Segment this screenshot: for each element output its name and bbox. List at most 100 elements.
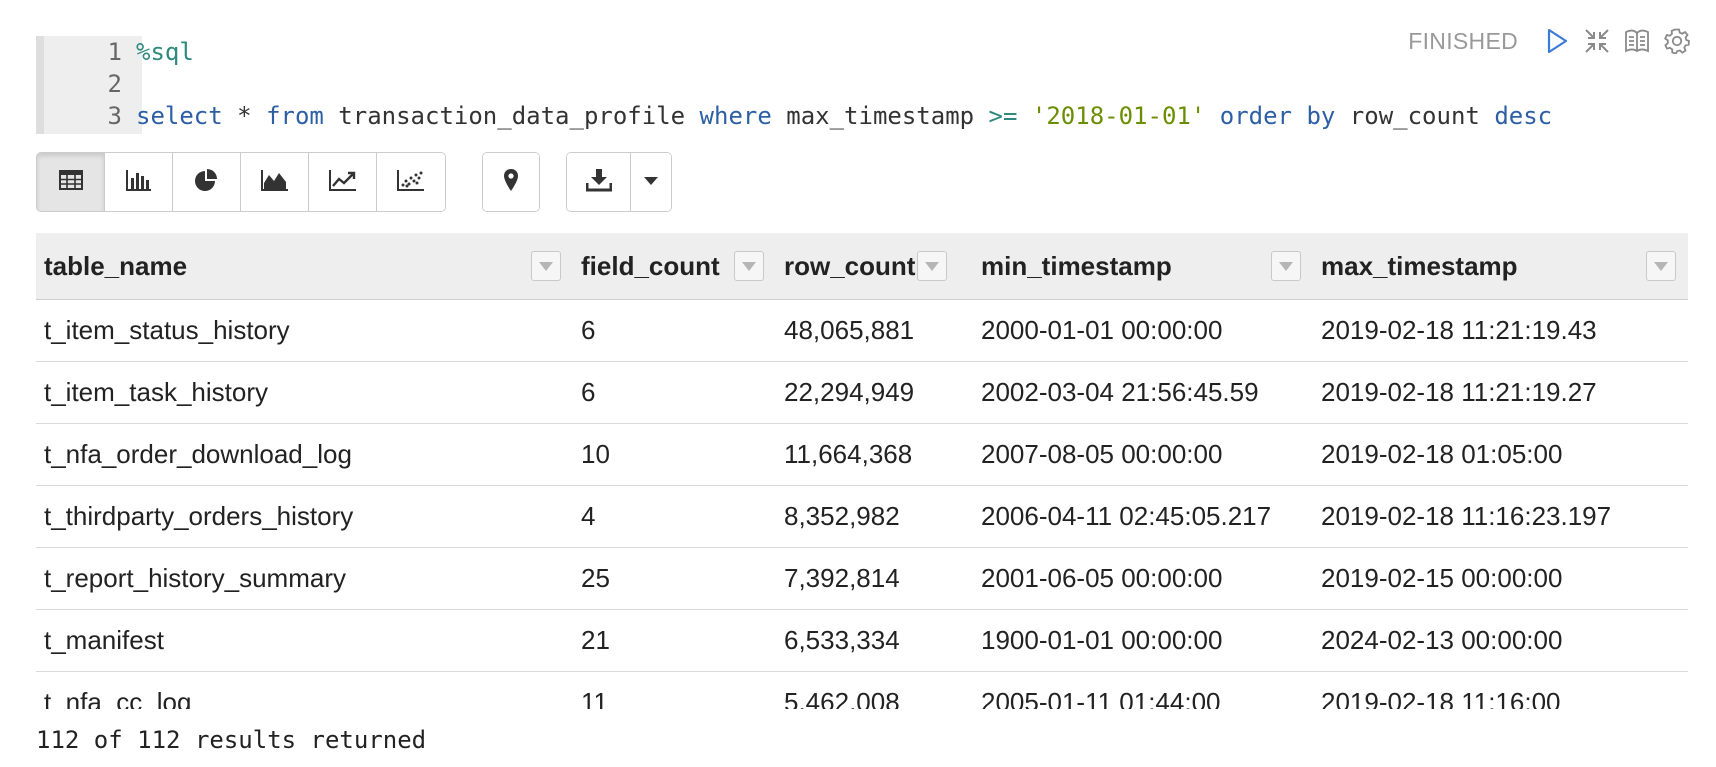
line-number: 3 — [107, 102, 122, 130]
code-token: '2018-01-01' — [1031, 102, 1206, 130]
column-menu-icon[interactable] — [917, 251, 947, 281]
area-chart-button[interactable] — [241, 153, 309, 211]
book-icon[interactable] — [1622, 26, 1652, 56]
column-menu-icon[interactable] — [1646, 251, 1676, 281]
result-count: 112 of 112 results returned — [36, 726, 427, 754]
column-header-field-count[interactable]: field_count — [573, 233, 776, 300]
code-token: max_timestamp — [771, 102, 989, 130]
download-group — [566, 152, 672, 212]
line-chart-icon — [328, 169, 357, 196]
code-token: %sql — [136, 38, 194, 66]
table-cell-table-name: t_nfa_order_download_log — [36, 423, 573, 486]
table-cell-row-count: 5,462,008 — [776, 671, 973, 709]
column-header-max-timestamp[interactable]: max_timestamp — [1313, 233, 1688, 300]
table-cell-max-timestamp: 2019-02-18 11:16:00 — [1313, 671, 1688, 709]
table-row[interactable]: t_item_task_history 6 22,294,949 2002-03-04… — [36, 361, 1688, 424]
table-cell-max-timestamp: 2019-02-18 11:21:19.43 — [1313, 299, 1688, 362]
results-table: table_name field_count row_count min_tim… — [36, 233, 1688, 709]
table-cell-row-count: 7,392,814 — [776, 547, 973, 610]
code-token: desc — [1494, 102, 1553, 130]
bar-chart-icon — [125, 169, 152, 196]
table-row[interactable]: t_manifest 21 6,533,334 1900-01-01 00:00:00… — [36, 609, 1688, 672]
table-cell-min-timestamp: 2002-03-04 21:56:45.59 — [973, 361, 1313, 424]
table-cell-field-count: 4 — [573, 485, 776, 548]
code-token: >= — [988, 102, 1018, 130]
table-view-button[interactable] — [37, 153, 105, 211]
area-chart-icon — [260, 169, 289, 196]
download-dropdown-button[interactable] — [631, 153, 671, 211]
table-cell-max-timestamp: 2019-02-18 01:05:00 — [1313, 423, 1688, 486]
code-line[interactable]: 2 — [44, 68, 136, 100]
table-cell-field-count: 11 — [573, 671, 776, 709]
bar-chart-button[interactable] — [105, 153, 173, 211]
table-cell-table-name: t_item_status_history — [36, 299, 573, 362]
viz-type-group — [36, 152, 446, 212]
table-cell-min-timestamp: 2006-04-11 02:45:05.217 — [973, 485, 1313, 548]
table-cell-row-count: 48,065,881 — [776, 299, 973, 362]
code-line[interactable]: 3 select * from transaction_data_profile … — [44, 100, 1553, 132]
table-cell-min-timestamp: 2001-06-05 00:00:00 — [973, 547, 1313, 610]
collapse-icon[interactable] — [1582, 26, 1612, 56]
table-cell-table-name: t_manifest — [36, 609, 573, 672]
table-cell-max-timestamp: 2019-02-15 00:00:00 — [1313, 547, 1688, 610]
table-row[interactable]: t_thirdparty_orders_history 4 8,352,982 200… — [36, 485, 1688, 548]
code-token: where — [699, 102, 772, 130]
column-header-table-name[interactable]: table_name — [36, 233, 573, 300]
table-cell-min-timestamp: 2007-08-05 00:00:00 — [973, 423, 1313, 486]
column-menu-icon[interactable] — [531, 251, 561, 281]
table-cell-min-timestamp: 2005-01-11 01:44:00 — [973, 671, 1313, 709]
code-token: * — [222, 102, 267, 130]
paragraph-status: FINISHED — [1408, 27, 1518, 54]
code-token: from — [266, 102, 324, 130]
table-row[interactable]: t_report_history_summary 25 7,392,814 2001-… — [36, 547, 1688, 610]
table-cell-table-name: t_item_task_history — [36, 361, 573, 424]
line-chart-button[interactable] — [309, 153, 377, 211]
editor-gutter-bar — [36, 36, 44, 134]
code-token: order — [1219, 102, 1292, 130]
code-line[interactable]: 1 %sql — [44, 36, 194, 68]
column-header-label: table_name — [44, 250, 188, 281]
code-token: row_count — [1335, 102, 1495, 130]
map-button[interactable] — [483, 153, 539, 211]
results-table-container[interactable]: table_name field_count row_count min_tim… — [36, 233, 1688, 709]
table-cell-field-count: 6 — [573, 299, 776, 362]
column-menu-icon[interactable] — [734, 251, 764, 281]
table-cell-field-count: 25 — [573, 547, 776, 610]
column-header-label: max_timestamp — [1321, 250, 1518, 281]
sql-editor[interactable]: 1 %sql 2 3 select * from transaction_data_pr… — [36, 36, 1576, 134]
paragraph-controls: FINISHED — [1408, 24, 1692, 58]
scatter-chart-icon — [397, 169, 425, 196]
table-cell-min-timestamp: 2000-01-01 00:00:00 — [973, 299, 1313, 362]
table-icon — [58, 169, 83, 195]
code-text: select * from transaction_data_profile w… — [136, 102, 1552, 130]
caret-down-icon — [643, 173, 659, 191]
column-menu-icon[interactable] — [1271, 251, 1301, 281]
table-cell-table-name: t_thirdparty_orders_history — [36, 485, 573, 548]
table-cell-field-count: 21 — [573, 609, 776, 672]
table-cell-table-name: t_report_history_summary — [36, 547, 573, 610]
table-cell-field-count: 10 — [573, 423, 776, 486]
column-header-min-timestamp[interactable]: min_timestamp — [973, 233, 1313, 300]
table-row[interactable]: t_nfa_cc_log 11 5,462,008 2005-01-11 01:44:… — [36, 671, 1688, 709]
download-button[interactable] — [567, 153, 631, 211]
line-number: 1 — [107, 38, 122, 66]
scatter-chart-button[interactable] — [377, 153, 445, 211]
column-header-label: row_count — [784, 250, 916, 281]
column-header-row-count[interactable]: row_count — [776, 233, 973, 300]
table-row[interactable]: t_item_status_history 6 48,065,881 2000-01-… — [36, 299, 1688, 362]
download-icon — [585, 168, 612, 197]
table-header-row: table_name field_count row_count min_tim… — [36, 233, 1688, 300]
table-row[interactable]: t_nfa_order_download_log 10 11,664,368 2007… — [36, 423, 1688, 486]
pie-chart-button[interactable] — [173, 153, 241, 211]
run-icon[interactable] — [1542, 26, 1572, 56]
table-cell-max-timestamp: 2024-02-13 00:00:00 — [1313, 609, 1688, 672]
column-header-label: min_timestamp — [981, 250, 1172, 281]
gear-icon[interactable] — [1662, 26, 1692, 56]
code-token: by — [1306, 102, 1336, 130]
code-text: %sql — [136, 38, 194, 66]
table-cell-row-count: 22,294,949 — [776, 361, 973, 424]
map-group — [482, 152, 540, 212]
